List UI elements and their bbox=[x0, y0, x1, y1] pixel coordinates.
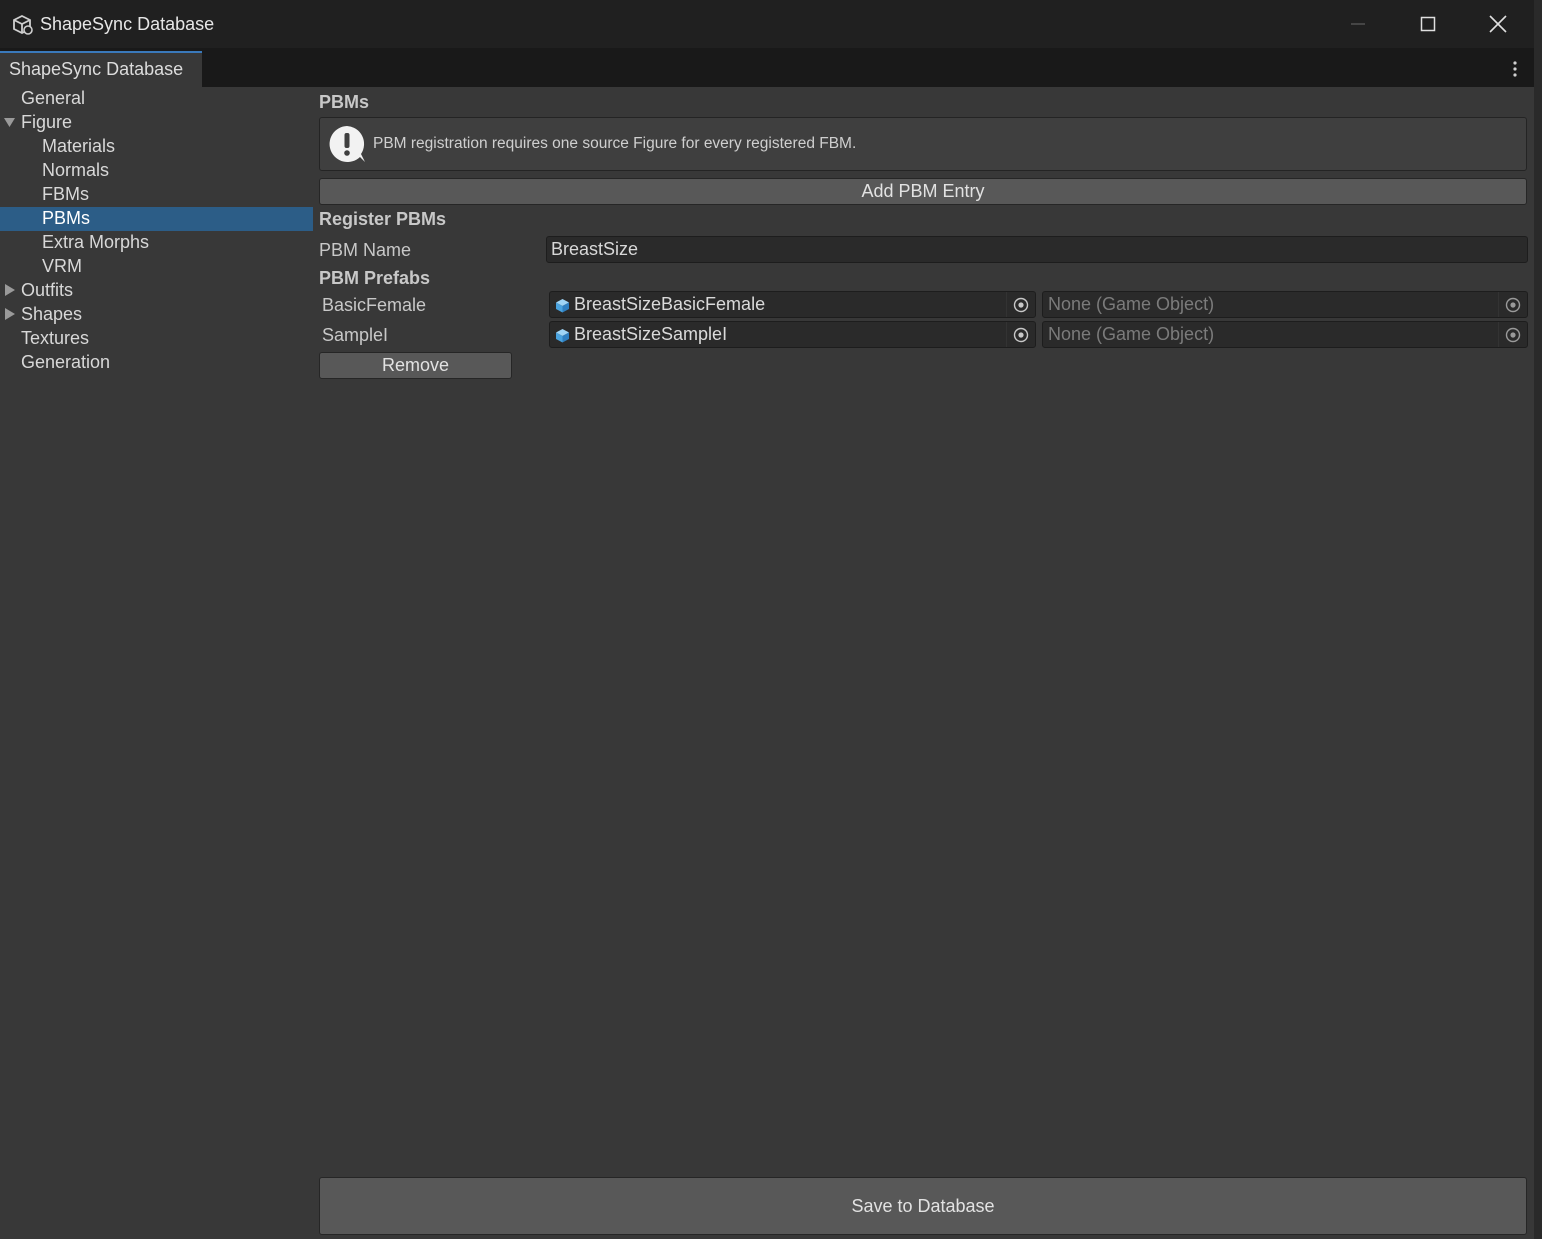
warning-icon bbox=[329, 126, 365, 162]
sidebar-item-fbms[interactable]: FBMs bbox=[0, 183, 313, 207]
window-edge bbox=[1534, 0, 1542, 1239]
target-object-field[interactable]: None (Game Object) bbox=[1042, 321, 1528, 348]
pbm-name-label: PBM Name bbox=[319, 240, 412, 260]
prefab-icon bbox=[556, 329, 569, 343]
minimize-icon bbox=[1351, 23, 1365, 25]
close-icon bbox=[1489, 15, 1507, 33]
object-picker-icon bbox=[1013, 327, 1029, 342]
prefab-figure-label: BasicFemale bbox=[322, 295, 427, 315]
register-pbms-title: Register PBMs bbox=[319, 209, 447, 229]
sidebar-item-textures[interactable]: Textures bbox=[0, 327, 313, 351]
title-bar[interactable]: ShapeSync Database bbox=[0, 0, 1534, 48]
prefab-value: BreastSizeSampleI bbox=[574, 324, 728, 344]
sidebar-item-vrm[interactable]: VRM bbox=[0, 255, 313, 279]
help-message: PBM registration requires one source Fig… bbox=[373, 135, 857, 152]
section-title: PBMs bbox=[319, 92, 370, 112]
sidebar-item-label: Textures bbox=[21, 328, 90, 348]
prefab-object-field[interactable]: BreastSizeSampleI bbox=[549, 321, 1036, 348]
help-box: PBM registration requires one source Fig… bbox=[319, 117, 1527, 171]
window-title: ShapeSync Database bbox=[40, 14, 215, 34]
target-value: None (Game Object) bbox=[1048, 294, 1215, 314]
object-picker-icon bbox=[1505, 327, 1521, 342]
sidebar-item-materials[interactable]: Materials bbox=[0, 135, 313, 159]
object-picker-button[interactable] bbox=[1498, 292, 1527, 317]
sidebar-item-label: PBMs bbox=[42, 208, 91, 228]
unity-cube-icon bbox=[13, 14, 33, 35]
close-button[interactable] bbox=[1463, 0, 1533, 48]
remove-button[interactable]: Remove bbox=[319, 352, 512, 379]
sidebar-item-figure[interactable]: Figure bbox=[0, 111, 313, 135]
maximize-icon bbox=[1420, 16, 1436, 32]
sidebar-tree: General Figure Materials Normals FBMs PB… bbox=[0, 87, 313, 1239]
prefab-icon bbox=[556, 299, 569, 313]
sidebar-item-extra-morphs[interactable]: Extra Morphs bbox=[0, 231, 313, 255]
object-picker-button[interactable] bbox=[1006, 322, 1035, 347]
collapsed-arrow-icon[interactable] bbox=[4, 284, 16, 296]
sidebar-item-label: Normals bbox=[42, 160, 110, 180]
sidebar-item-shapes[interactable]: Shapes bbox=[0, 303, 313, 327]
target-object-field[interactable]: None (Game Object) bbox=[1042, 291, 1528, 318]
main-panel: PBMs PBM registration requires one sourc… bbox=[313, 87, 1534, 1239]
sidebar-item-general[interactable]: General bbox=[0, 87, 313, 111]
maximize-button[interactable] bbox=[1393, 0, 1463, 48]
sidebar-item-generation[interactable]: Generation bbox=[0, 351, 313, 375]
expanded-arrow-icon[interactable] bbox=[4, 116, 16, 128]
object-picker-icon bbox=[1013, 297, 1029, 312]
tab-strip: ShapeSync Database bbox=[0, 48, 1534, 87]
object-picker-button[interactable] bbox=[1498, 322, 1527, 347]
sidebar-item-label: Figure bbox=[21, 112, 73, 132]
collapsed-arrow-icon[interactable] bbox=[4, 308, 16, 320]
sidebar-item-label: Materials bbox=[42, 136, 116, 156]
prefab-value: BreastSizeBasicFemale bbox=[574, 294, 766, 314]
save-to-database-button[interactable]: Save to Database bbox=[319, 1177, 1527, 1235]
sidebar-item-label: VRM bbox=[42, 256, 82, 276]
object-picker-icon bbox=[1505, 297, 1521, 312]
sidebar-item-label: Outfits bbox=[21, 280, 74, 300]
tab-shapesync-database[interactable]: ShapeSync Database bbox=[0, 51, 202, 87]
sidebar-item-label: FBMs bbox=[42, 184, 89, 204]
object-picker-button[interactable] bbox=[1006, 292, 1035, 317]
minimize-button[interactable] bbox=[1323, 0, 1393, 48]
target-value: None (Game Object) bbox=[1048, 324, 1215, 344]
pbm-prefabs-title: PBM Prefabs bbox=[319, 268, 431, 288]
sidebar-item-label: Extra Morphs bbox=[42, 232, 150, 252]
sidebar-item-label: Shapes bbox=[21, 304, 83, 324]
sidebar-item-label: Generation bbox=[21, 352, 111, 372]
more-options-icon[interactable] bbox=[1506, 60, 1524, 78]
prefab-figure-label: SampleI bbox=[322, 325, 389, 345]
add-pbm-entry-button[interactable]: Add PBM Entry bbox=[319, 178, 1527, 205]
sidebar-item-label: General bbox=[21, 88, 86, 108]
prefab-object-field[interactable]: BreastSizeBasicFemale bbox=[549, 291, 1036, 318]
sidebar-item-outfits[interactable]: Outfits bbox=[0, 279, 313, 303]
editor-window: ShapeSync Database ShapeSync Database Ge… bbox=[0, 0, 1535, 1239]
pbm-name-field[interactable]: BreastSize bbox=[546, 236, 1528, 263]
sidebar-item-normals[interactable]: Normals bbox=[0, 159, 313, 183]
sidebar-item-pbms[interactable]: PBMs bbox=[0, 207, 313, 231]
